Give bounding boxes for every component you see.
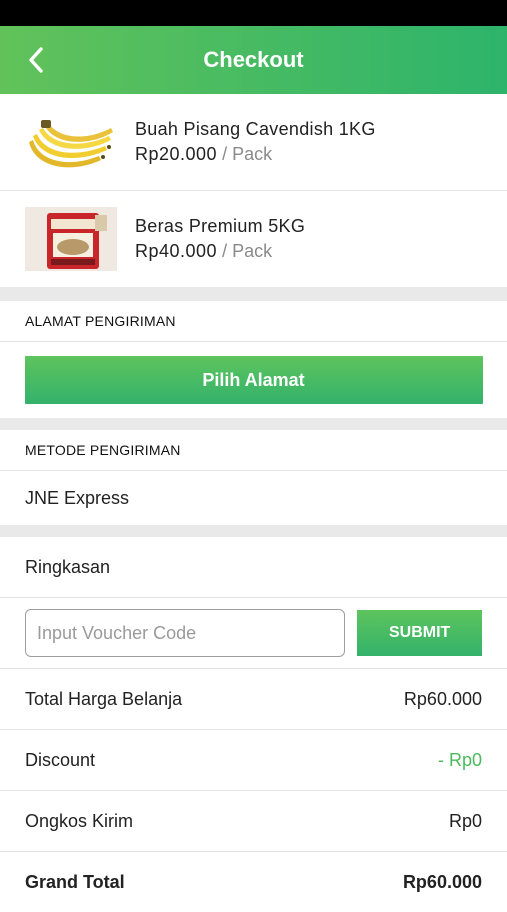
product-name: Beras Premium 5KG (135, 216, 306, 236)
back-button[interactable] (22, 44, 50, 76)
address-section: Pilih Alamat (0, 342, 507, 418)
choose-address-button[interactable]: Pilih Alamat (24, 356, 483, 404)
banana-image (25, 110, 117, 174)
grand-total-row: Grand Total Rp60.000 (0, 852, 507, 912)
section-divider (0, 525, 507, 537)
app-header: Checkout (0, 26, 507, 94)
status-bar (0, 0, 507, 26)
summary-heading: Ringkasan (0, 537, 507, 598)
discount-label: Discount (25, 749, 96, 770)
grand-total-label: Grand Total (25, 871, 125, 892)
product-name: Buah Pisang Cavendish 1KG (135, 119, 376, 139)
product-unit: / Pack (222, 241, 273, 261)
cart-item: Beras Premium 5KG Rp40.000 / Pack (0, 191, 507, 287)
chevron-left-icon (29, 47, 43, 73)
page-title: Checkout (203, 47, 304, 72)
section-divider (0, 418, 507, 430)
cart-item: Buah Pisang Cavendish 1KG Rp20.000 / Pac… (0, 94, 507, 191)
product-unit: / Pack (222, 144, 273, 164)
grand-total-value: Rp60.000 (402, 871, 482, 892)
rice-bag-image (25, 207, 117, 271)
discount-row: Discount - Rp0 (0, 730, 507, 791)
voucher-row: SUBMIT (0, 598, 507, 669)
total-value: Rp60.000 (403, 688, 482, 709)
submit-voucher-button[interactable]: SUBMIT (357, 610, 482, 656)
shipping-address-heading: ALAMAT PENGIRIMAN (0, 301, 507, 342)
total-row: Total Harga Belanja Rp60.000 (0, 669, 507, 730)
shipping-cost-row: Ongkos Kirim Rp0 (0, 791, 507, 852)
shipping-cost-label: Ongkos Kirim (25, 810, 134, 831)
total-label: Total Harga Belanja (25, 688, 183, 709)
section-divider (0, 287, 507, 301)
shipping-method-heading: METODE PENGIRIMAN (0, 430, 507, 471)
voucher-code-input[interactable] (25, 609, 346, 657)
product-price: Rp40.000 (135, 241, 218, 261)
product-price: Rp20.000 (135, 144, 218, 164)
shipping-method-value[interactable]: JNE Express (0, 471, 507, 525)
discount-value: - Rp0 (437, 749, 482, 770)
shipping-cost-value: Rp0 (448, 810, 482, 831)
